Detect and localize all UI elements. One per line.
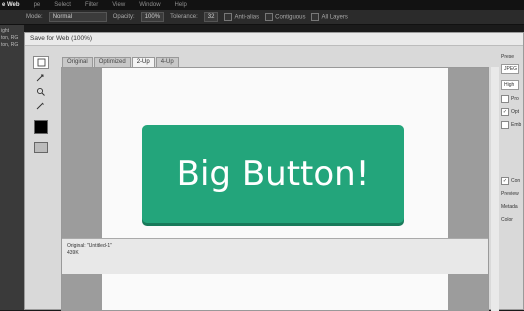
app-left-strip: ight ton, RG ton, RG [0,25,24,310]
antialias-checkbox[interactable]: Anti-alias [224,13,259,21]
optimize-settings-panel: Prese JPEG High Pro ✓ Opt Emb ✓ Con Previe… [501,53,524,225]
checkbox-icon [501,95,509,103]
zoom-icon [36,87,45,96]
color-table-label: Color [501,217,513,223]
opacity-field[interactable]: 100% [140,12,165,22]
dialog-toolbox [30,53,56,161]
left-strip-text: ton, RG [1,35,19,41]
eyedropper-tool[interactable] [33,100,47,111]
opacity-label: Opacity: [112,14,135,20]
optimized-preview-pane[interactable] [62,274,488,310]
preview-label: Preview [501,191,519,197]
tab-optimized[interactable]: Optimized [93,57,131,67]
mode-select[interactable]: Normal [48,12,107,22]
menu-item-select[interactable]: Select [54,2,71,8]
tolerance-label: Tolerance: [170,14,198,20]
slice-select-tool[interactable] [33,72,47,83]
menu-item-filter[interactable]: Filter [85,2,98,8]
preview-scrollbar[interactable] [491,67,499,311]
eyedropper-color-swatch[interactable] [34,120,48,134]
preview-area[interactable]: Big Button! Original: "Untitled-1" 439K [61,67,489,311]
checkbox-icon [501,121,509,129]
menu-item-type[interactable]: pe [34,2,41,8]
checkbox-icon [311,13,320,21]
left-strip-text: ight [1,28,10,34]
save-for-web-dialog: Save for Web (100%) Original Optimized 2… [24,32,524,311]
progressive-option[interactable]: Pro [501,95,524,103]
check-icon: ✓ [501,108,509,116]
tab-2-up[interactable]: 2-Up [131,57,155,67]
tab-4-up[interactable]: 4-Up [155,57,179,67]
metadata-label: Metada [501,204,518,210]
all-layers-checkbox[interactable]: All Layers [311,13,348,21]
preset-label: Prese [501,54,515,60]
big-button-graphic: Big Button! [142,125,404,223]
convert-option[interactable]: ✓ Con [501,177,524,185]
options-bar: Mode: Normal Opacity: 100% Tolerance: 32… [0,10,524,25]
slice-select-icon [36,74,43,82]
eyedropper-icon [36,102,44,110]
quality-select[interactable]: High [501,80,519,90]
menu-item-window[interactable]: Window [139,2,160,8]
optimized-option[interactable]: ✓ Opt [501,108,524,116]
hand-tool[interactable] [33,56,49,69]
format-select[interactable]: JPEG [501,64,519,74]
hand-icon [37,58,45,67]
embed-profile-option[interactable]: Emb [501,121,524,129]
menu-item-app[interactable]: e Web [2,2,20,8]
tab-original[interactable]: Original [62,57,93,67]
view-tabs: Original Optimized 2-Up 4-Up [62,57,179,67]
contiguous-checkbox[interactable]: Contiguous [265,13,305,21]
mode-label: Mode: [26,14,43,20]
menu-item-view[interactable]: View [112,2,125,8]
big-button-text: Big Button! [176,154,370,194]
check-icon: ✓ [501,177,509,185]
left-strip-text: ton, RG [1,42,19,48]
app-menubar: e Web pe Select Filter View Window Help [0,0,524,10]
tolerance-field[interactable]: 32 [203,12,219,22]
dialog-title: Save for Web (100%) [25,33,523,46]
zoom-tool[interactable] [33,86,47,97]
toggle-slices-button[interactable] [34,142,48,153]
preview-info: Original: "Untitled-1" 439K [62,238,488,276]
original-preview-pane[interactable]: Big Button! [62,68,488,238]
check-icon [265,13,274,21]
check-icon [224,13,233,21]
canvas [102,274,448,310]
menu-item-help[interactable]: Help [175,2,187,8]
info-filename: Original: "Untitled-1" [67,243,112,249]
info-size: 439K [67,250,79,256]
